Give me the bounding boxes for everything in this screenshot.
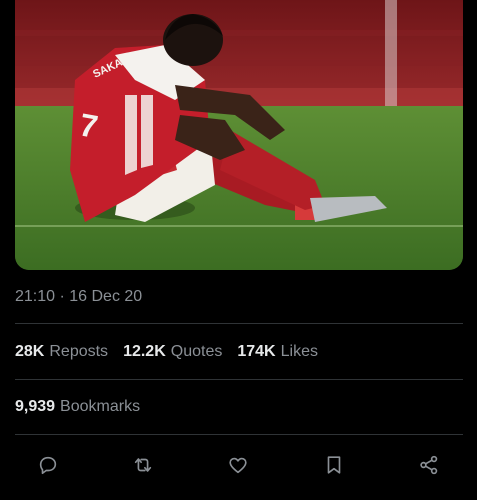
reposts-label: Reposts bbox=[49, 343, 109, 360]
reply-button[interactable] bbox=[33, 450, 63, 480]
likes-count: 174K bbox=[237, 343, 276, 360]
post-image[interactable]: 7 SAKA bbox=[15, 0, 463, 270]
post-timestamp[interactable]: 21:10 · 16 Dec 20 bbox=[15, 288, 142, 306]
likes-label: Likes bbox=[280, 343, 318, 360]
bookmark-icon bbox=[327, 456, 341, 474]
player-photo: 7 SAKA bbox=[15, 0, 463, 270]
share-icon bbox=[420, 455, 438, 475]
bookmark-button[interactable] bbox=[319, 450, 349, 480]
action-bar bbox=[15, 450, 463, 480]
quotes-count: 12.2K bbox=[123, 343, 166, 360]
reposts-stat[interactable]: 28K Reposts bbox=[15, 343, 108, 361]
bookmarks-label: Bookmarks bbox=[60, 398, 141, 415]
quotes-label: Quotes bbox=[170, 343, 223, 360]
divider bbox=[15, 434, 463, 435]
engagement-stats: 28K Reposts 12.2K Quotes 174K Likes bbox=[15, 343, 333, 365]
repost-icon bbox=[134, 458, 152, 472]
divider bbox=[15, 323, 463, 324]
quotes-stat[interactable]: 12.2K Quotes bbox=[123, 343, 222, 361]
like-button[interactable] bbox=[223, 450, 253, 480]
likes-stat[interactable]: 174K Likes bbox=[237, 343, 318, 361]
bookmarks-stat[interactable]: 9,939 Bookmarks bbox=[15, 398, 140, 416]
reposts-count: 28K bbox=[15, 343, 45, 360]
reply-icon bbox=[39, 456, 57, 475]
share-button[interactable] bbox=[414, 450, 444, 480]
like-icon bbox=[229, 457, 247, 474]
bookmarks-count: 9,939 bbox=[15, 398, 56, 415]
divider bbox=[15, 379, 463, 380]
repost-button[interactable] bbox=[128, 450, 158, 480]
